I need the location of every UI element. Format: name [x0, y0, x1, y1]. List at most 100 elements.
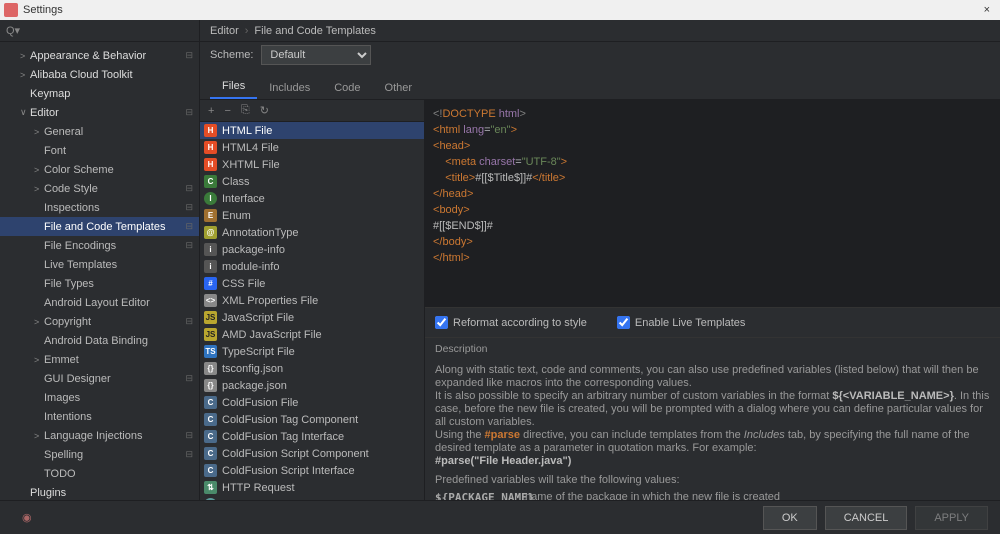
file-type-icon: H: [204, 124, 217, 137]
tab-other[interactable]: Other: [373, 77, 425, 99]
sidebar-item-spelling[interactable]: Spelling⊟: [0, 445, 199, 464]
template-item[interactable]: TSTypeScript File: [200, 343, 424, 360]
template-item[interactable]: #CSS File: [200, 275, 424, 292]
file-type-icon: JS: [204, 328, 217, 341]
template-item[interactable]: HHTML File: [200, 122, 424, 139]
sidebar-item-color-scheme[interactable]: >Color Scheme: [0, 160, 199, 179]
editor-panel: <!DOCTYPE html> <html lang="en"> <head> …: [425, 100, 1000, 500]
template-item[interactable]: CColdFusion Script Component: [200, 445, 424, 462]
file-type-icon: C: [204, 396, 217, 409]
sidebar-item-file-types[interactable]: File Types: [0, 274, 199, 293]
file-type-icon: i: [204, 260, 217, 273]
search-input[interactable]: Q▾: [0, 20, 199, 42]
settings-tree: >Appearance & Behavior⊟>Alibaba Cloud To…: [0, 42, 199, 500]
sidebar-item-language-injections[interactable]: >Language Injections⊟: [0, 426, 199, 445]
apply-button[interactable]: APPLY: [915, 506, 988, 530]
template-item[interactable]: CColdFusion File: [200, 394, 424, 411]
sidebar-item-todo[interactable]: TODO: [0, 464, 199, 483]
bulb-icon[interactable]: ◉: [22, 511, 32, 524]
search-icon: Q▾: [6, 24, 20, 37]
scheme-label: Scheme:: [210, 49, 253, 61]
sidebar-item-android-data-binding[interactable]: Android Data Binding: [0, 331, 199, 350]
template-list: HHTML FileHHTML4 FileHXHTML FileCClassII…: [200, 122, 424, 500]
template-item[interactable]: CColdFusion Tag Interface: [200, 428, 424, 445]
file-type-icon: H: [204, 158, 217, 171]
sidebar-item-gui-designer[interactable]: GUI Designer⊟: [0, 369, 199, 388]
copy-icon[interactable]: ⎘: [241, 104, 250, 117]
template-item[interactable]: {}package.json: [200, 377, 424, 394]
sidebar-item-live-templates[interactable]: Live Templates: [0, 255, 199, 274]
remove-icon[interactable]: −: [224, 105, 230, 117]
description-heading: Description: [425, 338, 1000, 360]
template-item[interactable]: JSAMD JavaScript File: [200, 326, 424, 343]
code-editor[interactable]: <!DOCTYPE html> <html lang="en"> <head> …: [425, 100, 1000, 307]
sidebar-item-inspections[interactable]: Inspections⊟: [0, 198, 199, 217]
template-item[interactable]: HXHTML File: [200, 156, 424, 173]
file-type-icon: C: [204, 175, 217, 188]
template-item[interactable]: IInterface: [200, 190, 424, 207]
reformat-checkbox[interactable]: Reformat according to style: [435, 316, 587, 329]
sidebar-item-alibaba-cloud-toolkit[interactable]: >Alibaba Cloud Toolkit: [0, 65, 199, 84]
template-item[interactable]: <>XML Properties File: [200, 292, 424, 309]
chevron-right-icon: ›: [245, 25, 249, 37]
add-icon[interactable]: +: [208, 105, 214, 117]
cancel-button[interactable]: CANCEL: [825, 506, 908, 530]
sidebar-item-code-style[interactable]: >Code Style⊟: [0, 179, 199, 198]
sidebar-item-copyright[interactable]: >Copyright⊟: [0, 312, 199, 331]
tab-code[interactable]: Code: [322, 77, 372, 99]
file-type-icon: <>: [204, 294, 217, 307]
content-panel: Editor › File and Code Templates Scheme:…: [200, 20, 1000, 500]
template-item[interactable]: @AnnotationType: [200, 224, 424, 241]
template-item[interactable]: {}tsconfig.json: [200, 360, 424, 377]
tab-files[interactable]: Files: [210, 75, 257, 99]
file-type-icon: E: [204, 209, 217, 222]
template-item[interactable]: EEnum: [200, 207, 424, 224]
sidebar-item-general[interactable]: >General: [0, 122, 199, 141]
close-icon[interactable]: ×: [978, 4, 996, 16]
template-item[interactable]: CColdFusion Script Interface: [200, 462, 424, 479]
sidebar-item-appearance-behavior[interactable]: >Appearance & Behavior⊟: [0, 46, 199, 65]
scheme-select[interactable]: Default: [261, 45, 371, 65]
tab-includes[interactable]: Includes: [257, 77, 322, 99]
titlebar: Settings ×: [0, 0, 1000, 20]
template-item[interactable]: imodule-info: [200, 258, 424, 275]
template-list-panel: + − ⎘ ↻ HHTML FileHHTML4 FileHXHTML File…: [200, 100, 425, 500]
sidebar-item-images[interactable]: Images: [0, 388, 199, 407]
file-type-icon: I: [204, 192, 217, 205]
sidebar-item-editor[interactable]: ∨Editor⊟: [0, 103, 199, 122]
sidebar-item-intentions[interactable]: Intentions: [0, 407, 199, 426]
sidebar-item-emmet[interactable]: >Emmet: [0, 350, 199, 369]
live-templates-checkbox[interactable]: Enable Live Templates: [617, 316, 745, 329]
template-item[interactable]: CClass: [200, 173, 424, 190]
sidebar-item-android-layout-editor[interactable]: Android Layout Editor: [0, 293, 199, 312]
sidebar-item-plugins[interactable]: Plugins: [0, 483, 199, 500]
breadcrumb-root[interactable]: Editor: [210, 25, 239, 37]
sidebar-item-font[interactable]: Font: [0, 141, 199, 160]
file-type-icon: C: [204, 413, 217, 426]
file-type-icon: {}: [204, 379, 217, 392]
breadcrumb: Editor › File and Code Templates: [200, 20, 1000, 42]
sidebar-item-keymap[interactable]: Keymap: [0, 84, 199, 103]
file-type-icon: JS: [204, 311, 217, 324]
template-tabs: FilesIncludesCodeOther: [200, 74, 1000, 100]
file-type-icon: {}: [204, 362, 217, 375]
file-type-icon: @: [204, 226, 217, 239]
template-item[interactable]: HHTML4 File: [200, 139, 424, 156]
file-type-icon: i: [204, 243, 217, 256]
template-item[interactable]: ipackage-info: [200, 241, 424, 258]
sidebar-item-file-and-code-templates[interactable]: File and Code Templates⊟: [0, 217, 199, 236]
template-item[interactable]: JSJavaScript File: [200, 309, 424, 326]
breadcrumb-leaf: File and Code Templates: [254, 25, 375, 37]
file-type-icon: #: [204, 277, 217, 290]
template-item[interactable]: ⇅HTTP Request: [200, 479, 424, 496]
ok-button[interactable]: OK: [763, 506, 817, 530]
settings-sidebar: Q▾ >Appearance & Behavior⊟>Alibaba Cloud…: [0, 20, 200, 500]
app-icon: [4, 3, 18, 17]
options-row: Reformat according to style Enable Live …: [425, 307, 1000, 338]
template-toolbar: + − ⎘ ↻: [200, 100, 424, 122]
sidebar-item-file-encodings[interactable]: File Encodings⊟: [0, 236, 199, 255]
template-item[interactable]: CColdFusion Tag Component: [200, 411, 424, 428]
revert-icon[interactable]: ↻: [260, 104, 269, 117]
file-type-icon: C: [204, 430, 217, 443]
file-type-icon: ⇅: [204, 481, 217, 494]
